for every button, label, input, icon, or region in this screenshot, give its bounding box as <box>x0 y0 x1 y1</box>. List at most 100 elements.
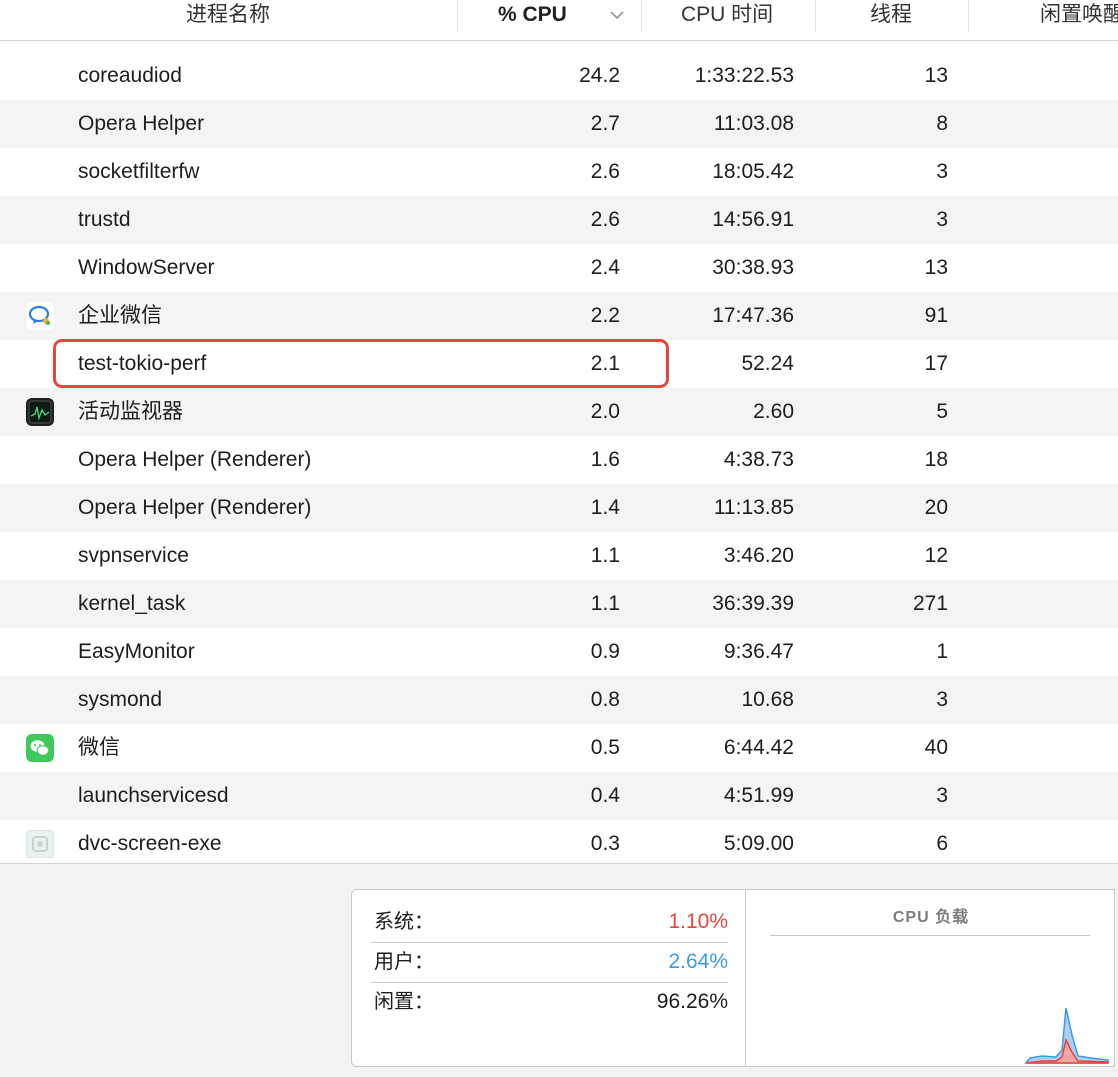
process-cpu-time: 14:56.91 <box>712 208 794 231</box>
table-row[interactable]: socketfilterfw 2.6 18:05.42 3 <box>0 148 1118 196</box>
table-row[interactable]: coreaudiod 24.2 1:33:22.53 13 <box>0 52 1118 100</box>
table-row[interactable]: WindowServer 2.4 30:38.93 13 <box>0 244 1118 292</box>
column-header-cpu-percent[interactable]: % CPU <box>498 0 567 30</box>
table-row[interactable]: Opera Helper (Renderer) 1.6 4:38.73 18 <box>0 436 1118 484</box>
stat-user: 用户： 2.64% <box>370 942 728 983</box>
table-row[interactable]: Opera Helper (Renderer) 1.4 11:13.85 20 <box>0 484 1118 532</box>
process-threads: 3 <box>936 208 948 231</box>
table-row[interactable]: 活动监视器 2.0 2.60 5 <box>0 388 1118 436</box>
process-cpu-percent: 0.9 <box>590 640 620 663</box>
table-row[interactable]: 微信 0.5 6:44.42 40 <box>0 724 1118 772</box>
process-cpu-time: 30:38.93 <box>712 256 794 279</box>
table-row[interactable]: kernel_task 1.1 36:39.39 271 <box>0 580 1118 628</box>
process-threads: 12 <box>924 544 948 567</box>
process-cpu-time: 6:44.42 <box>723 736 794 759</box>
table-row[interactable]: sysmond 0.8 10.68 3 <box>0 676 1118 724</box>
process-threads: 18 <box>924 448 948 471</box>
activity-monitor-icon <box>26 398 54 426</box>
process-cpu-percent: 0.3 <box>590 832 620 855</box>
table-row[interactable]: dvc-screen-exe 0.3 5:09.00 6 <box>0 820 1118 868</box>
process-cpu-percent: 0.4 <box>590 784 620 807</box>
process-threads: 3 <box>936 160 948 183</box>
process-threads: 6 <box>936 832 948 855</box>
table-row[interactable]: trustd 2.6 14:56.91 3 <box>0 196 1118 244</box>
table-header: 进程名称 % CPU CPU 时间 线程 闲置唤醒 <box>0 0 1118 41</box>
process-name: socketfilterfw <box>78 160 200 183</box>
column-divider[interactable] <box>641 0 642 32</box>
process-name: WindowServer <box>78 256 215 279</box>
process-name: kernel_task <box>78 592 186 615</box>
process-name: Opera Helper (Renderer) <box>78 448 312 471</box>
table-row[interactable]: EasyMonitor 0.9 9:36.47 1 <box>0 628 1118 676</box>
cpu-load-chart <box>1024 1007 1109 1064</box>
table-row[interactable]: svpnservice 1.1 3:46.20 12 <box>0 532 1118 580</box>
process-name: 活动监视器 <box>78 400 183 423</box>
process-threads: 8 <box>936 112 948 135</box>
cpu-summary-panel: 系统： 1.10% 用户： 2.64% 闲置： 96.26% CPU 负载 <box>0 863 1118 1077</box>
process-cpu-percent: 1.4 <box>590 496 620 519</box>
process-cpu-time: 17:47.36 <box>712 304 794 327</box>
stat-idle-label: 闲置： <box>374 991 434 1013</box>
stat-system-label: 系统： <box>374 911 434 933</box>
process-threads: 3 <box>936 688 948 711</box>
column-header-threads[interactable]: 线程 <box>870 0 912 30</box>
table-row[interactable]: launchservicesd 0.4 4:51.99 3 <box>0 772 1118 820</box>
cpu-load-graph: CPU 负载 <box>745 889 1115 1067</box>
column-header-cpu-time[interactable]: CPU 时间 <box>681 0 773 30</box>
process-cpu-time: 18:05.42 <box>712 160 794 183</box>
process-cpu-time: 4:51.99 <box>723 784 794 807</box>
process-threads: 17 <box>924 352 948 375</box>
stat-user-label: 用户： <box>374 951 434 973</box>
column-divider[interactable] <box>457 0 458 32</box>
stat-system: 系统： 1.10% <box>370 902 728 943</box>
process-cpu-percent: 2.7 <box>590 112 620 135</box>
process-threads: 13 <box>924 256 948 279</box>
process-threads: 271 <box>912 592 948 615</box>
process-name: dvc-screen-exe <box>78 832 222 855</box>
process-name: 企业微信 <box>78 304 162 327</box>
process-cpu-percent: 24.2 <box>579 64 620 87</box>
process-threads: 13 <box>924 64 948 87</box>
process-cpu-percent: 2.6 <box>590 208 620 231</box>
process-cpu-time: 11:13.85 <box>713 496 794 519</box>
process-name: 微信 <box>78 736 120 759</box>
column-divider[interactable] <box>815 0 816 32</box>
column-divider[interactable] <box>968 0 969 32</box>
stat-user-value: 2.64% <box>668 950 728 973</box>
process-cpu-time: 3:46.20 <box>723 544 794 567</box>
process-name: Opera Helper (Renderer) <box>78 496 312 519</box>
sort-descending-chevron-icon[interactable] <box>606 0 628 30</box>
process-name: sysmond <box>78 688 163 711</box>
process-threads: 1 <box>936 640 948 663</box>
process-cpu-percent: 0.8 <box>590 688 620 711</box>
process-table: coreaudiod 24.2 1:33:22.53 13 Opera Helper 2.… <box>0 52 1118 868</box>
stat-idle: 闲置： 96.26% <box>370 982 728 1022</box>
process-cpu-time: 52.24 <box>741 352 794 375</box>
process-threads: 20 <box>924 496 948 519</box>
highlight-box <box>53 339 669 388</box>
table-row[interactable]: 企业微信 2.2 17:47.36 91 <box>0 292 1118 340</box>
process-cpu-time: 2.60 <box>753 400 794 423</box>
process-cpu-time: 1:33:22.53 <box>694 64 794 87</box>
process-cpu-time: 10.68 <box>741 688 794 711</box>
column-header-process-name[interactable]: 进程名称 <box>186 0 270 30</box>
process-threads: 5 <box>936 400 948 423</box>
process-cpu-percent: 2.4 <box>590 256 620 279</box>
process-name: Opera Helper <box>78 112 205 135</box>
stat-system-value: 1.10% <box>668 910 728 933</box>
process-cpu-percent: 1.1 <box>590 592 620 615</box>
process-cpu-time: 4:38.73 <box>723 448 794 471</box>
process-threads: 40 <box>924 736 948 759</box>
process-name: coreaudiod <box>78 64 182 87</box>
process-name: launchservicesd <box>78 784 229 807</box>
wecom-icon <box>26 302 54 330</box>
table-row[interactable]: Opera Helper 2.7 11:03.08 8 <box>0 100 1118 148</box>
process-cpu-percent: 2.6 <box>590 160 620 183</box>
process-name: svpnservice <box>78 544 189 567</box>
stat-idle-value: 96.26% <box>656 990 728 1013</box>
process-cpu-time: 11:03.08 <box>713 112 794 135</box>
wechat-icon <box>26 734 54 762</box>
process-cpu-percent: 2.0 <box>590 400 620 423</box>
process-cpu-time: 36:39.39 <box>712 592 794 615</box>
column-header-idle-wakeups[interactable]: 闲置唤醒 <box>1040 0 1118 30</box>
